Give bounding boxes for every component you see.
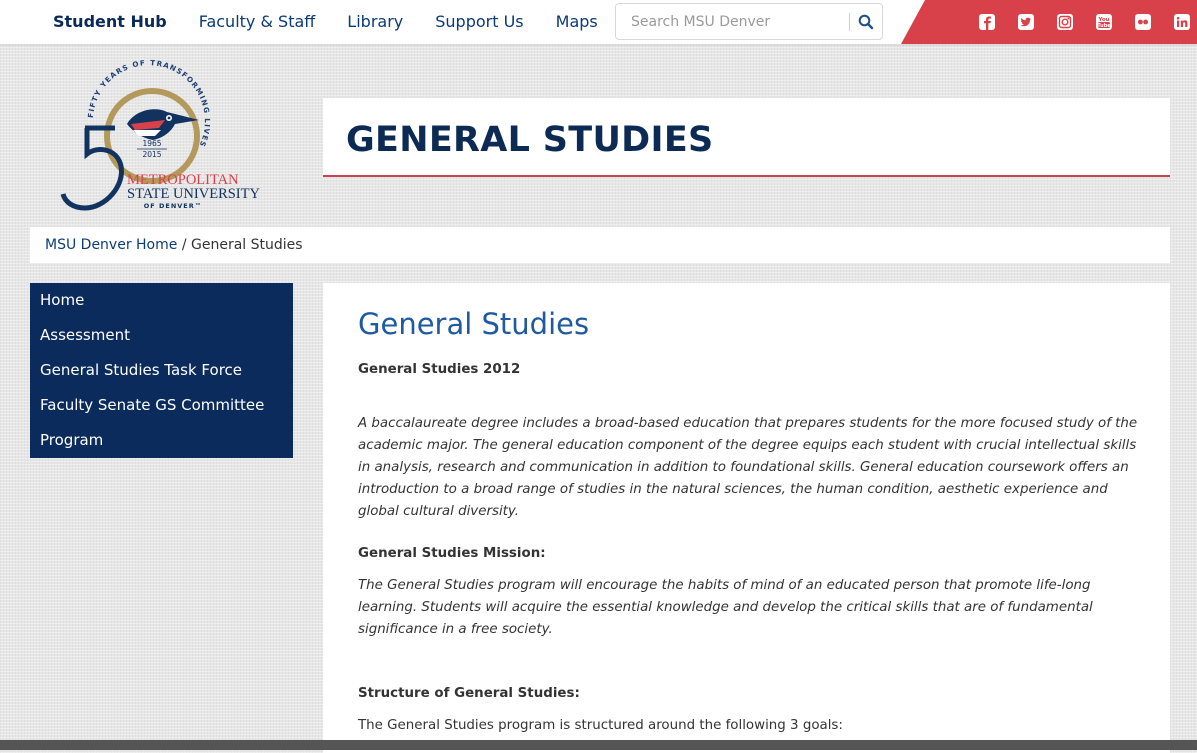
sidebar-item-assessment[interactable]: Assessment bbox=[30, 318, 293, 353]
breadcrumb-home-link[interactable]: MSU Denver Home bbox=[45, 237, 177, 253]
content-heading: General Studies bbox=[358, 307, 590, 341]
page-title-box: GENERAL STUDIES bbox=[323, 98, 1170, 177]
logo-year-end: 2015 bbox=[142, 150, 161, 159]
intro-paragraph: A baccalaureate degree includes a broad-… bbox=[358, 416, 1138, 519]
window-bottom-edge bbox=[0, 740, 1197, 750]
sidebar-nav: Home Assessment General Studies Task For… bbox=[30, 283, 293, 458]
youtube-icon-label-tube: Tube bbox=[1097, 23, 1111, 29]
search-box bbox=[615, 3, 883, 40]
breadcrumb-separator: / bbox=[177, 237, 192, 253]
breadcrumb: MSU Denver Home / General Studies bbox=[30, 227, 1170, 263]
mission-heading: General Studies Mission: bbox=[358, 546, 546, 561]
sidebar-item-faculty-senate[interactable]: Faculty Senate GS Committee bbox=[30, 388, 293, 423]
nav-student-hub[interactable]: Student Hub bbox=[0, 0, 183, 44]
search-input[interactable] bbox=[616, 4, 848, 39]
sidebar-item-program[interactable]: Program bbox=[30, 423, 293, 458]
nav-support-us[interactable]: Support Us bbox=[419, 0, 539, 44]
flickr-icon[interactable] bbox=[1132, 11, 1154, 33]
sidebar-item-task-force[interactable]: General Studies Task Force bbox=[30, 353, 293, 388]
structure-heading: Structure of General Studies: bbox=[358, 686, 580, 701]
logo-of-denver: OF DENVER™ bbox=[144, 202, 202, 210]
search-divider bbox=[849, 13, 850, 31]
logo-state-university: STATE UNIVERSITY bbox=[127, 186, 260, 202]
instagram-icon[interactable] bbox=[1054, 11, 1076, 33]
structure-paragraph: The General Studies program is structure… bbox=[358, 718, 843, 733]
nav-maps[interactable]: Maps bbox=[540, 0, 614, 44]
logo-year-start: 1965 bbox=[142, 139, 161, 148]
mission-paragraph: The General Studies program will encoura… bbox=[358, 578, 1093, 637]
linkedin-icon[interactable] bbox=[1171, 11, 1193, 33]
top-nav: Student Hub Faculty & Staff Library Supp… bbox=[0, 0, 614, 44]
facebook-icon[interactable] bbox=[976, 11, 998, 33]
msu-denver-50-logo[interactable]: FIFTY YEARS OF TRANSFORMING LIVES 1965 2… bbox=[55, 58, 270, 218]
nav-faculty-staff[interactable]: Faculty & Staff bbox=[183, 0, 332, 44]
content-subtitle: General Studies 2012 bbox=[358, 362, 521, 377]
breadcrumb-current: General Studies bbox=[191, 237, 303, 253]
youtube-icon[interactable]: You Tube bbox=[1093, 11, 1115, 33]
sidebar-item-home[interactable]: Home bbox=[30, 283, 293, 318]
top-bar: Student Hub Faculty & Staff Library Supp… bbox=[0, 0, 1197, 44]
main-content: General Studies General Studies 2012 A b… bbox=[323, 283, 1170, 753]
search-button[interactable] bbox=[856, 12, 876, 32]
twitter-icon[interactable] bbox=[1015, 11, 1037, 33]
nav-library[interactable]: Library bbox=[331, 0, 419, 44]
search-icon bbox=[858, 14, 874, 30]
page-title: GENERAL STUDIES bbox=[346, 120, 714, 160]
